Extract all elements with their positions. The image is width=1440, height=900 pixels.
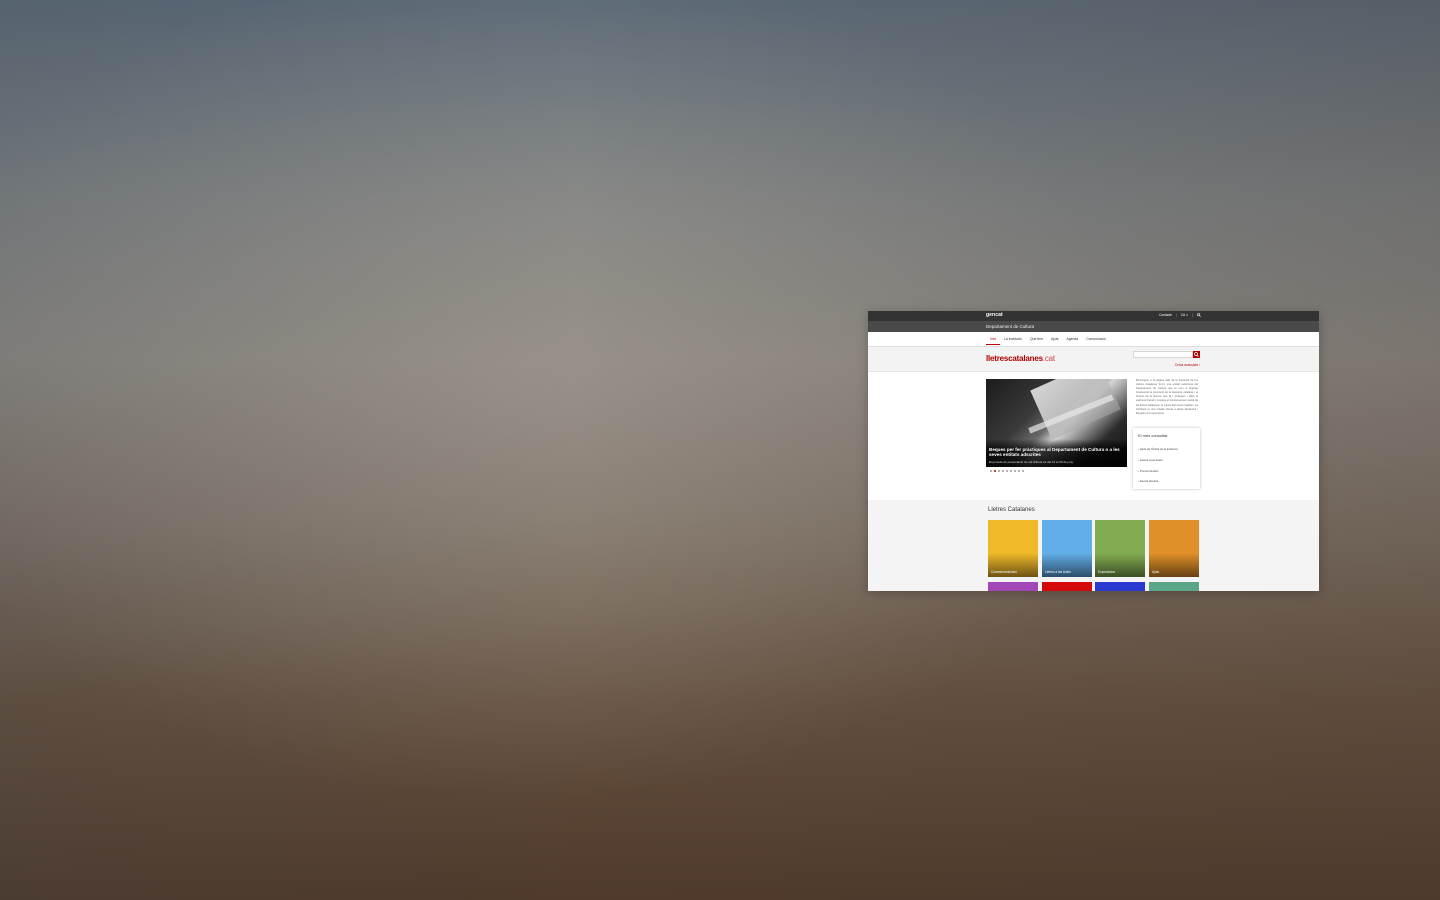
site-header: lletrescatalanes.cat Cerca avançada › [868,347,1319,372]
site-logo[interactable]: lletrescatalanes.cat [986,354,1055,363]
tile-row2[interactable] [988,582,1038,591]
advanced-search-link[interactable]: Cerca avançada › [1175,363,1200,367]
section-title: Lletres Catalanes [988,507,1035,513]
tile-label: Commemoracions [991,570,1017,574]
tile-row2[interactable] [1042,582,1092,591]
tile-label: Exposicions [1098,570,1116,574]
tile-row2[interactable] [1095,582,1145,591]
tile-exhibitions[interactable]: Exposicions [1095,520,1145,577]
nav-item-what-we-do[interactable]: Què fem [1026,336,1047,345]
tile-grants[interactable]: Ajuts [1149,520,1199,577]
hero-carousel[interactable]: Beques per fer pràctiques al Departament… [986,379,1127,467]
most-viewed-title: El més consultat [1138,433,1168,438]
logo-main-text: lletrescatalanes [986,354,1043,363]
nav-item-agenda[interactable]: Agenda [1063,336,1083,345]
nav-item-home[interactable]: Inici [986,336,1001,345]
most-viewed-link[interactable]: Escola literària [1138,479,1178,483]
carousel-dot[interactable] [1010,470,1012,472]
search-icon [1194,352,1199,357]
website-screenshot: gencat Contacte | CA ∨ | Departament de … [868,311,1319,591]
carousel-dots [990,470,1024,472]
main-nav: Inici La institució Què fem Ajuts Agenda… [868,332,1319,347]
tile-commemorations[interactable]: Commemoracions [988,520,1038,577]
carousel-dot[interactable] [1018,470,1020,472]
gencat-topbar: gencat Contacte | CA ∨ | [868,311,1319,321]
intro-text: Benvinguts a la pàgina web de la Institu… [1136,379,1198,415]
carousel-dot[interactable] [1002,470,1004,472]
topbar-separator: | [1192,313,1193,317]
most-viewed-link[interactable]: Ajuts de l'Àmbit de la Institució [1138,447,1178,451]
department-name[interactable]: Departament de Cultura [986,324,1034,329]
logo-suffix-text: .cat [1042,354,1055,363]
hero-title[interactable]: Beques per fer pràctiques al Departament… [989,447,1123,457]
contact-link[interactable]: Contacte [1159,313,1172,317]
carousel-dot[interactable] [1006,470,1008,472]
department-bar: Departament de Cultura [868,321,1319,332]
most-viewed-link[interactable]: Lletres a les Aules [1138,458,1178,462]
nav-item-grants[interactable]: Ajuts [1047,336,1063,345]
search-icon[interactable] [1197,313,1201,317]
tile-label: Ajuts [1152,570,1160,574]
search-input[interactable] [1133,351,1193,358]
tile-row2[interactable] [1149,582,1199,591]
carousel-dot[interactable] [990,470,992,472]
search-button[interactable] [1193,351,1200,358]
carousel-dot[interactable] [1022,470,1024,472]
tile-lletres-a-les-aules[interactable]: Lletres a les Aules [1042,520,1092,577]
tile-label: Lletres a les Aules [1045,570,1071,574]
carousel-dot[interactable] [1014,470,1016,472]
nav-item-communication[interactable]: Comunicació [1082,336,1110,345]
most-viewed-link[interactable]: Premis literaris [1138,469,1178,473]
language-selector[interactable]: CA ∨ [1181,313,1188,317]
lletres-catalanes-section: Lletres Catalanes Commemoracions Lletres… [868,500,1319,591]
carousel-dot[interactable] [998,470,1000,472]
nav-item-institution[interactable]: La institució [1000,336,1026,345]
topbar-links: Contacte | CA ∨ | [1159,313,1193,317]
gencat-logo[interactable]: gencat [986,312,1003,318]
topbar-separator: | [1175,313,1177,317]
carousel-dot[interactable] [994,470,996,472]
most-viewed-box: El més consultat Ajuts de l'Àmbit de la … [1133,428,1200,489]
main-content: Beques per fer pràctiques al Departament… [868,372,1319,502]
hero-subtitle: El període de presentació de sol·licitud… [989,460,1074,464]
